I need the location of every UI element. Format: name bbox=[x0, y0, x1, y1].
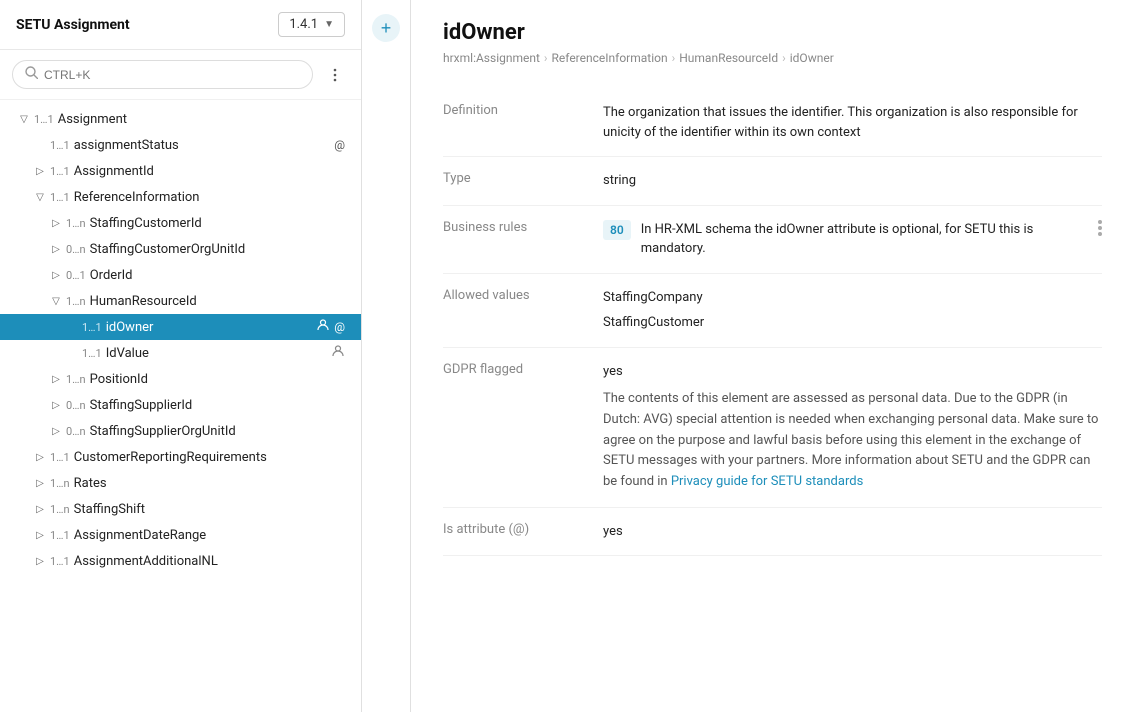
breadcrumb-crumb-3: HumanResourceId bbox=[679, 51, 778, 65]
allowed-value-2: StaffingCustomer bbox=[603, 313, 1102, 333]
version-selector[interactable]: 1.4.1 ▼ bbox=[278, 12, 345, 37]
definition-label: Definition bbox=[443, 89, 603, 157]
left-panel: SETU Assignment 1.4.1 ▼ ▽ bbox=[0, 0, 362, 712]
business-rule-row: 80 In HR-XML schema the idOwner attribut… bbox=[603, 220, 1102, 259]
definition-row: Definition The organization that issues … bbox=[443, 89, 1102, 157]
tree-item-staffingcustomerid[interactable]: ▷ 1…n StaffingCustomerId bbox=[0, 210, 361, 236]
expand-positionid-icon[interactable]: ▷ bbox=[48, 371, 64, 387]
tree-item-staffingsupplierid[interactable]: ▷ 0…n StaffingSupplierId bbox=[0, 392, 361, 418]
expand-assignmentid-icon[interactable]: ▷ bbox=[32, 163, 48, 179]
allowed-value-1: StaffingCompany bbox=[603, 288, 1102, 308]
tree-item-positionid[interactable]: ▷ 1…n PositionId bbox=[0, 366, 361, 392]
search-input-wrap[interactable] bbox=[12, 60, 313, 89]
allowedvalues-cell: StaffingCompany StaffingCustomer bbox=[603, 273, 1102, 347]
definition-value: The organization that issues the identif… bbox=[603, 89, 1102, 157]
tree-item-staffingshift[interactable]: ▷ 1…n StaffingShift bbox=[0, 496, 361, 522]
expand-staffingsupplierorgunitid-icon[interactable]: ▷ bbox=[48, 423, 64, 439]
allowed-values-list: StaffingCompany StaffingCustomer bbox=[603, 288, 1102, 333]
tree-item-assignmentstatus[interactable]: 1…1 assignmentStatus @ bbox=[0, 132, 361, 158]
right-panel: idOwner hrxml:Assignment › ReferenceInfo… bbox=[411, 0, 1134, 712]
type-value: string bbox=[603, 157, 1102, 206]
breadcrumb-crumb-2: ReferenceInformation bbox=[552, 51, 668, 65]
type-row: Type string bbox=[443, 157, 1102, 206]
add-button[interactable]: + bbox=[372, 14, 400, 42]
expand-staffingshift-icon[interactable]: ▷ bbox=[32, 501, 48, 517]
left-header: SETU Assignment 1.4.1 ▼ bbox=[0, 0, 361, 50]
chevron-down-icon: ▼ bbox=[324, 19, 334, 30]
privacy-guide-link[interactable]: Privacy guide for SETU standards bbox=[671, 474, 863, 489]
type-label: Type bbox=[443, 157, 603, 206]
dot-3 bbox=[1098, 232, 1102, 236]
breadcrumb-crumb-4: idOwner bbox=[790, 51, 834, 65]
at-icon-selected: @ bbox=[334, 320, 345, 334]
breadcrumb-sep-1: › bbox=[544, 51, 548, 65]
rule-text: In HR-XML schema the idOwner attribute i… bbox=[641, 220, 1088, 259]
person-icon bbox=[316, 318, 330, 336]
left-panel-title: SETU Assignment bbox=[16, 17, 130, 33]
expand-staffingcustomerid-icon[interactable]: ▷ bbox=[48, 215, 64, 231]
expand-rates-icon[interactable]: ▷ bbox=[32, 475, 48, 491]
tree-item-staffingcustomerorgunitid[interactable]: ▷ 0…n StaffingCustomerOrgUnitId bbox=[0, 236, 361, 262]
tree-item-staffingsupplierorgunitid[interactable]: ▷ 0…n StaffingSupplierOrgUnitId bbox=[0, 418, 361, 444]
person-icon-idvalue bbox=[331, 344, 345, 362]
isattribute-row: Is attribute (@) yes bbox=[443, 507, 1102, 556]
search-bar bbox=[0, 50, 361, 100]
breadcrumb-sep-3: › bbox=[782, 51, 786, 65]
businessrules-label: Business rules bbox=[443, 205, 603, 273]
gdpr-row: GDPR flagged yes The contents of this el… bbox=[443, 347, 1102, 507]
search-input[interactable] bbox=[44, 68, 300, 82]
rule-more-button[interactable] bbox=[1098, 220, 1102, 236]
version-label: 1.4.1 bbox=[289, 17, 318, 32]
rule-badge: 80 bbox=[603, 220, 631, 240]
expand-assignmentdaterange-icon[interactable]: ▷ bbox=[32, 527, 48, 543]
gdpr-cell: yes The contents of this element are ass… bbox=[603, 347, 1102, 507]
breadcrumb-crumb-1: hrxml:Assignment bbox=[443, 51, 540, 65]
tree-item-assignmentadditionalnl[interactable]: ▷ 1…1 AssignmentAdditionalNL bbox=[0, 548, 361, 574]
businessrules-cell: 80 In HR-XML schema the idOwner attribut… bbox=[603, 205, 1102, 273]
tree-item-referenceinformation[interactable]: ▽ 1…1 ReferenceInformation bbox=[0, 184, 361, 210]
isattribute-value: yes bbox=[603, 507, 1102, 556]
allowedvalues-row: Allowed values StaffingCompany StaffingC… bbox=[443, 273, 1102, 347]
tree-item-rates[interactable]: ▷ 1…n Rates bbox=[0, 470, 361, 496]
more-options-button[interactable] bbox=[321, 61, 349, 89]
tree-item-assignmentdaterange[interactable]: ▷ 1…1 AssignmentDateRange bbox=[0, 522, 361, 548]
tree-item-orderid[interactable]: ▷ 0…1 OrderId bbox=[0, 262, 361, 288]
businessrules-row: Business rules 80 In HR-XML schema the i… bbox=[443, 205, 1102, 273]
expand-orderid-icon[interactable]: ▷ bbox=[48, 267, 64, 283]
expand-customerreportingrequirements-icon[interactable]: ▷ bbox=[32, 449, 48, 465]
tree-item-assignmentid[interactable]: ▷ 1…1 AssignmentId bbox=[0, 158, 361, 184]
dot-1 bbox=[1098, 220, 1102, 224]
at-icon: @ bbox=[334, 138, 345, 152]
tree: ▽ 1…1 Assignment 1…1 assignmentStatus @ … bbox=[0, 100, 361, 712]
tree-item-customerreportingrequirements[interactable]: ▷ 1…1 CustomerReportingRequirements bbox=[0, 444, 361, 470]
tree-item-idowner[interactable]: 1…1 idOwner @ bbox=[0, 314, 361, 340]
expand-assignmentadditionalnl-icon[interactable]: ▷ bbox=[32, 553, 48, 569]
detail-title: idOwner bbox=[443, 20, 1102, 45]
breadcrumb: hrxml:Assignment › ReferenceInformation … bbox=[443, 51, 1102, 65]
allowedvalues-label: Allowed values bbox=[443, 273, 603, 347]
isattribute-label: Is attribute (@) bbox=[443, 507, 603, 556]
expand-referenceinformation-icon[interactable]: ▽ bbox=[32, 189, 48, 205]
gdpr-description: The contents of this element are assesse… bbox=[603, 389, 1102, 493]
search-icon bbox=[25, 66, 38, 83]
expand-staffingsupplierid-icon[interactable]: ▷ bbox=[48, 397, 64, 413]
detail-table: Definition The organization that issues … bbox=[443, 89, 1102, 556]
breadcrumb-sep-2: › bbox=[672, 51, 676, 65]
expand-staffingcustomerorgunitid-icon[interactable]: ▷ bbox=[48, 241, 64, 257]
gdpr-label: GDPR flagged bbox=[443, 347, 603, 507]
gdpr-flagged-value: yes bbox=[603, 362, 1102, 382]
dot-2 bbox=[1098, 226, 1102, 230]
tree-item-idvalue[interactable]: 1…1 IdValue bbox=[0, 340, 361, 366]
expand-humanresourceid-icon[interactable]: ▽ bbox=[48, 293, 64, 309]
tree-item-assignment[interactable]: ▽ 1…1 Assignment bbox=[0, 106, 361, 132]
expand-assignment-icon[interactable]: ▽ bbox=[16, 111, 32, 127]
tree-item-humanresourceid[interactable]: ▽ 1…n HumanResourceId bbox=[0, 288, 361, 314]
add-button-wrap: + bbox=[362, 0, 411, 712]
